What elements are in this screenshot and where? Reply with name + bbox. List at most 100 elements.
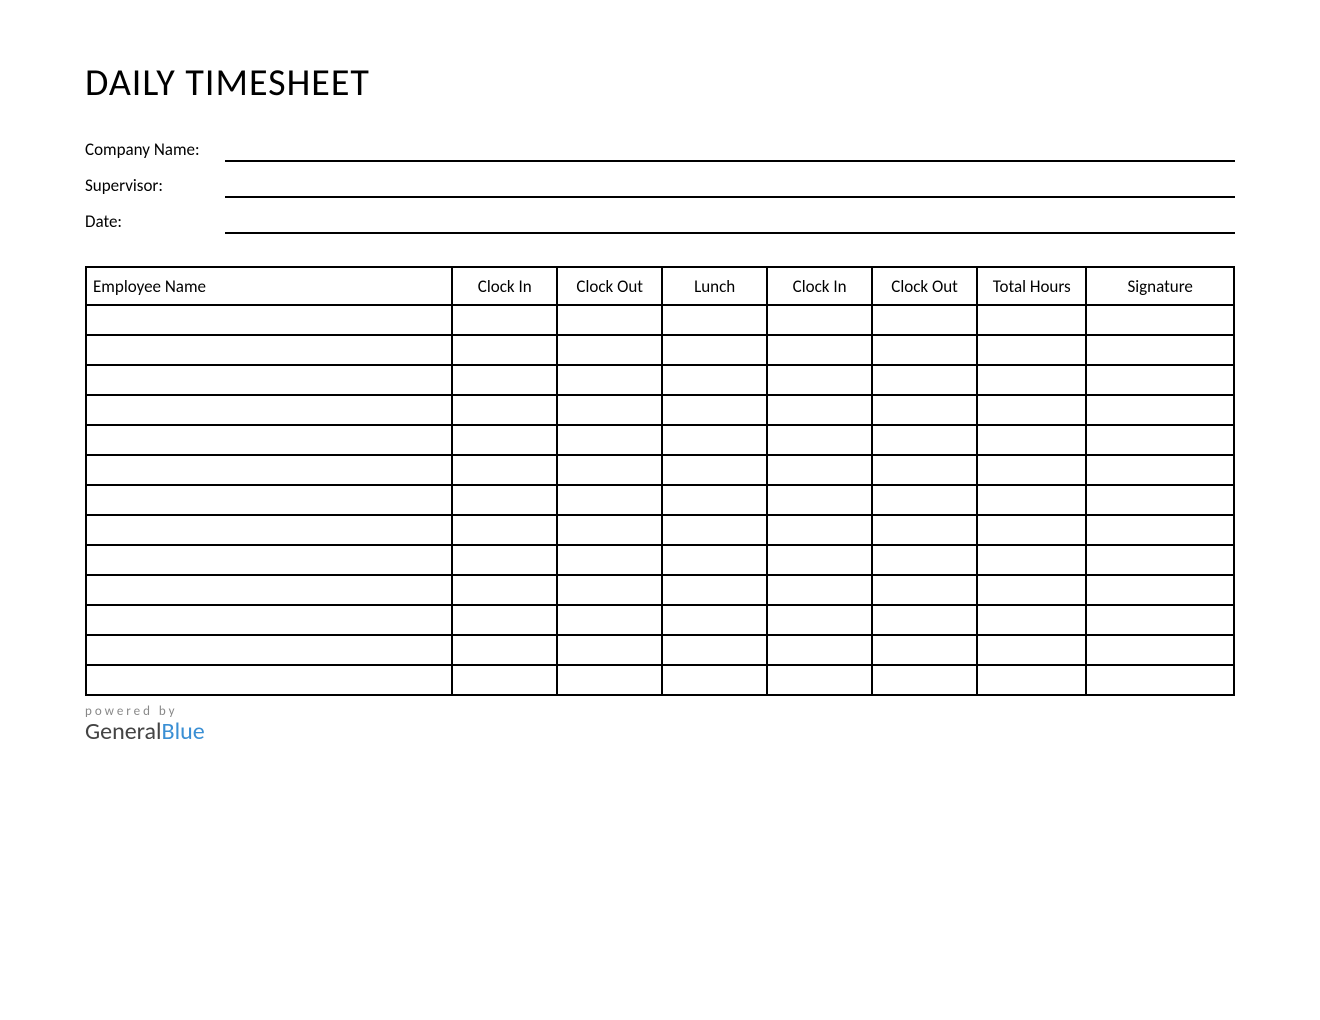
- cell-clock-out-2[interactable]: [872, 335, 977, 365]
- cell-clock-in-1[interactable]: [452, 485, 557, 515]
- cell-clock-in-1[interactable]: [452, 305, 557, 335]
- cell-employee-name[interactable]: [86, 305, 452, 335]
- cell-lunch[interactable]: [662, 515, 767, 545]
- cell-clock-out-1[interactable]: [557, 515, 662, 545]
- cell-clock-out-1[interactable]: [557, 365, 662, 395]
- cell-employee-name[interactable]: [86, 485, 452, 515]
- cell-clock-in-1[interactable]: [452, 425, 557, 455]
- cell-employee-name[interactable]: [86, 665, 452, 695]
- cell-clock-in-1[interactable]: [452, 635, 557, 665]
- cell-lunch[interactable]: [662, 335, 767, 365]
- cell-clock-in-2[interactable]: [767, 515, 872, 545]
- supervisor-input-line[interactable]: [225, 174, 1235, 198]
- cell-total-hours[interactable]: [977, 455, 1086, 485]
- cell-clock-out-2[interactable]: [872, 515, 977, 545]
- cell-employee-name[interactable]: [86, 395, 452, 425]
- cell-lunch[interactable]: [662, 305, 767, 335]
- cell-employee-name[interactable]: [86, 335, 452, 365]
- cell-signature[interactable]: [1086, 635, 1234, 665]
- cell-clock-in-2[interactable]: [767, 665, 872, 695]
- cell-signature[interactable]: [1086, 455, 1234, 485]
- cell-total-hours[interactable]: [977, 395, 1086, 425]
- cell-clock-out-1[interactable]: [557, 545, 662, 575]
- cell-clock-in-2[interactable]: [767, 305, 872, 335]
- cell-clock-out-1[interactable]: [557, 455, 662, 485]
- cell-employee-name[interactable]: [86, 425, 452, 455]
- cell-clock-out-2[interactable]: [872, 545, 977, 575]
- cell-clock-out-1[interactable]: [557, 665, 662, 695]
- cell-clock-out-2[interactable]: [872, 395, 977, 425]
- cell-clock-in-1[interactable]: [452, 455, 557, 485]
- cell-clock-in-2[interactable]: [767, 455, 872, 485]
- cell-clock-out-1[interactable]: [557, 605, 662, 635]
- cell-clock-out-1[interactable]: [557, 485, 662, 515]
- cell-clock-in-2[interactable]: [767, 605, 872, 635]
- cell-lunch[interactable]: [662, 395, 767, 425]
- cell-signature[interactable]: [1086, 575, 1234, 605]
- cell-clock-out-2[interactable]: [872, 605, 977, 635]
- cell-clock-in-1[interactable]: [452, 515, 557, 545]
- cell-signature[interactable]: [1086, 605, 1234, 635]
- cell-clock-in-1[interactable]: [452, 365, 557, 395]
- cell-clock-out-2[interactable]: [872, 635, 977, 665]
- cell-signature[interactable]: [1086, 425, 1234, 455]
- cell-employee-name[interactable]: [86, 635, 452, 665]
- cell-clock-in-2[interactable]: [767, 335, 872, 365]
- cell-total-hours[interactable]: [977, 365, 1086, 395]
- cell-employee-name[interactable]: [86, 605, 452, 635]
- cell-total-hours[interactable]: [977, 305, 1086, 335]
- cell-total-hours[interactable]: [977, 575, 1086, 605]
- cell-clock-out-1[interactable]: [557, 575, 662, 605]
- cell-employee-name[interactable]: [86, 545, 452, 575]
- cell-clock-out-1[interactable]: [557, 335, 662, 365]
- cell-signature[interactable]: [1086, 395, 1234, 425]
- cell-clock-in-2[interactable]: [767, 365, 872, 395]
- cell-clock-out-1[interactable]: [557, 305, 662, 335]
- cell-clock-in-1[interactable]: [452, 545, 557, 575]
- cell-signature[interactable]: [1086, 365, 1234, 395]
- cell-signature[interactable]: [1086, 485, 1234, 515]
- cell-lunch[interactable]: [662, 425, 767, 455]
- cell-clock-out-2[interactable]: [872, 305, 977, 335]
- cell-clock-in-2[interactable]: [767, 575, 872, 605]
- cell-clock-in-2[interactable]: [767, 545, 872, 575]
- cell-clock-in-1[interactable]: [452, 665, 557, 695]
- cell-clock-in-2[interactable]: [767, 635, 872, 665]
- company-input-line[interactable]: [225, 138, 1235, 162]
- cell-clock-out-2[interactable]: [872, 455, 977, 485]
- cell-clock-out-2[interactable]: [872, 365, 977, 395]
- cell-clock-out-2[interactable]: [872, 485, 977, 515]
- cell-lunch[interactable]: [662, 455, 767, 485]
- cell-signature[interactable]: [1086, 335, 1234, 365]
- cell-clock-in-1[interactable]: [452, 605, 557, 635]
- cell-lunch[interactable]: [662, 575, 767, 605]
- cell-lunch[interactable]: [662, 665, 767, 695]
- cell-lunch[interactable]: [662, 605, 767, 635]
- cell-total-hours[interactable]: [977, 425, 1086, 455]
- cell-clock-out-2[interactable]: [872, 665, 977, 695]
- cell-clock-out-1[interactable]: [557, 635, 662, 665]
- cell-lunch[interactable]: [662, 365, 767, 395]
- cell-total-hours[interactable]: [977, 545, 1086, 575]
- cell-total-hours[interactable]: [977, 335, 1086, 365]
- cell-employee-name[interactable]: [86, 575, 452, 605]
- cell-total-hours[interactable]: [977, 605, 1086, 635]
- cell-total-hours[interactable]: [977, 665, 1086, 695]
- cell-lunch[interactable]: [662, 635, 767, 665]
- cell-total-hours[interactable]: [977, 515, 1086, 545]
- cell-signature[interactable]: [1086, 545, 1234, 575]
- date-input-line[interactable]: [225, 210, 1235, 234]
- cell-employee-name[interactable]: [86, 515, 452, 545]
- cell-signature[interactable]: [1086, 515, 1234, 545]
- cell-lunch[interactable]: [662, 485, 767, 515]
- cell-clock-in-1[interactable]: [452, 575, 557, 605]
- cell-lunch[interactable]: [662, 545, 767, 575]
- cell-clock-in-2[interactable]: [767, 395, 872, 425]
- cell-signature[interactable]: [1086, 665, 1234, 695]
- cell-clock-out-1[interactable]: [557, 425, 662, 455]
- cell-clock-out-2[interactable]: [872, 575, 977, 605]
- cell-clock-in-2[interactable]: [767, 425, 872, 455]
- cell-employee-name[interactable]: [86, 365, 452, 395]
- cell-clock-in-2[interactable]: [767, 485, 872, 515]
- cell-total-hours[interactable]: [977, 635, 1086, 665]
